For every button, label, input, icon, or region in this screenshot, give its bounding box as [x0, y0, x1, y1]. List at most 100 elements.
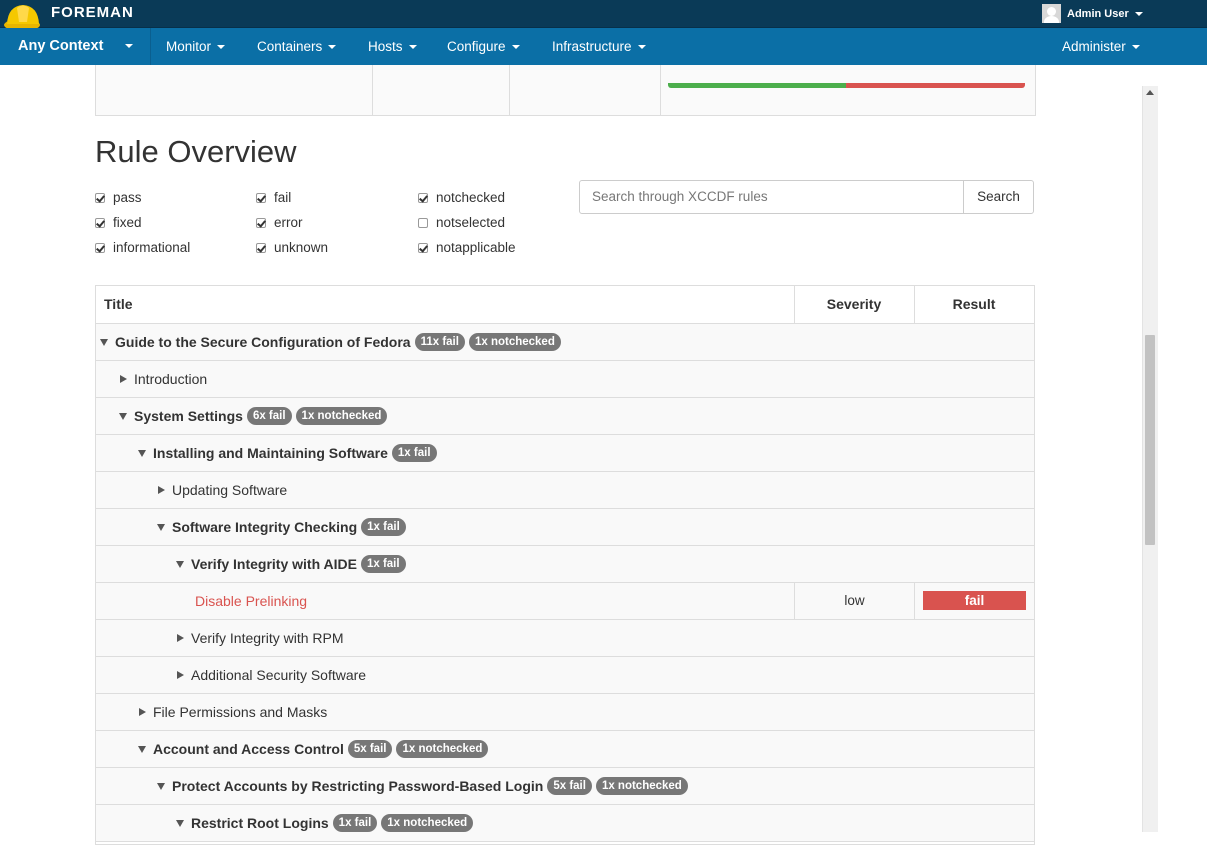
group-title[interactable]: Verify Integrity with RPM [191, 630, 344, 646]
rules-table: Title Severity Result Guide to the Secur… [95, 285, 1035, 845]
group-row[interactable]: Additional Security Software [96, 657, 1034, 694]
filter-checkbox[interactable] [95, 217, 105, 228]
group-title[interactable]: File Permissions and Masks [153, 704, 327, 720]
filter-checkbox[interactable] [256, 217, 266, 228]
expand-triangle-icon[interactable] [177, 671, 184, 679]
chevron-down-icon [511, 45, 520, 50]
nav-label: Containers [257, 39, 323, 54]
expand-triangle-icon[interactable] [158, 486, 165, 494]
vertical-scrollbar[interactable] [1142, 86, 1158, 832]
filter-informational[interactable]: informational [95, 240, 190, 255]
row-title-cell: File Permissions and Masks [138, 694, 327, 730]
filter-label: pass [113, 190, 142, 205]
collapse-triangle-icon[interactable] [138, 745, 146, 753]
collapse-triangle-icon[interactable] [100, 338, 108, 346]
filter-label: fixed [113, 215, 142, 230]
group-row[interactable]: Software Integrity Checking 1x fail [96, 509, 1034, 546]
scrollbar-thumb[interactable] [1145, 335, 1155, 545]
group-title[interactable]: Guide to the Secure Configuration of Fed… [115, 334, 411, 350]
filter-label: notselected [436, 215, 506, 230]
column-result[interactable]: Result [914, 286, 1034, 323]
group-title[interactable]: Protect Accounts by Restricting Password… [172, 778, 543, 794]
filter-unknown[interactable]: unknown [256, 240, 328, 255]
filter-fixed[interactable]: fixed [95, 215, 142, 230]
expand-triangle-icon[interactable] [177, 634, 184, 642]
row-title-cell: Account and Access Control 5x fail 1x notc… [138, 731, 489, 767]
filter-error[interactable]: error [256, 215, 303, 230]
group-row[interactable]: File Permissions and Masks [96, 694, 1034, 731]
chevron-down-icon [637, 45, 646, 50]
group-title[interactable]: Introduction [134, 371, 207, 387]
filter-checkbox[interactable] [418, 192, 428, 203]
group-row[interactable]: Verify Integrity with RPM [96, 620, 1034, 657]
group-row[interactable]: Updating Software [96, 472, 1034, 509]
nav-monitor[interactable]: Monitor [166, 28, 226, 65]
group-row[interactable]: System Settings 6x fail 1x notchecked [96, 398, 1034, 435]
group-title[interactable]: Restrict Root Logins [191, 815, 329, 831]
search-button[interactable]: Search [963, 180, 1034, 214]
rule-link[interactable]: Disable Prelinking [195, 593, 307, 609]
progress-fail-segment [846, 83, 1025, 88]
collapse-triangle-icon[interactable] [176, 560, 184, 568]
group-title[interactable]: Verify Integrity with AIDE [191, 556, 357, 572]
table-divider [660, 65, 661, 115]
avatar [1042, 4, 1061, 23]
filter-checkbox[interactable] [256, 192, 266, 203]
group-title[interactable]: System Settings [134, 408, 243, 424]
brand-name[interactable]: FOREMAN [51, 4, 134, 21]
group-row[interactable]: Protect Accounts by Restricting Password… [96, 768, 1034, 805]
context-label: Any Context [18, 38, 104, 54]
group-row[interactable]: Account and Access Control 5x fail 1x notc… [96, 731, 1034, 768]
filter-checkbox[interactable] [95, 242, 105, 253]
rule-row[interactable]: Disable Prelinking low fail [96, 583, 1034, 620]
filter-checkbox[interactable] [418, 242, 428, 253]
filter-pass[interactable]: pass [95, 190, 142, 205]
filter-checkbox[interactable] [95, 192, 105, 203]
top-bar: FOREMAN Admin User [0, 0, 1207, 31]
group-title[interactable]: Updating Software [172, 482, 287, 498]
filter-checkbox[interactable] [418, 217, 428, 228]
status-badge: 5x fail [347, 740, 393, 758]
group-row[interactable]: Verify Integrity with AIDE 1x fail [96, 546, 1034, 583]
expand-triangle-icon[interactable] [120, 375, 127, 383]
filter-notselected[interactable]: notselected [418, 215, 505, 230]
status-badge: 1x notchecked [468, 333, 561, 351]
filter-label: informational [113, 240, 191, 255]
group-title[interactable]: Software Integrity Checking [172, 519, 357, 535]
scroll-up-arrow-icon[interactable] [1146, 90, 1154, 95]
collapse-triangle-icon[interactable] [157, 523, 165, 531]
context-selector[interactable]: Any Context [18, 28, 134, 65]
nav-configure[interactable]: Configure [447, 28, 520, 65]
row-title-cell: Guide to the Secure Configuration of Fed… [100, 324, 561, 360]
filter-notchecked[interactable]: notchecked [418, 190, 505, 205]
row-title-cell: System Settings 6x fail 1x notchecked [119, 398, 388, 434]
search-input[interactable]: Search through XCCDF rules [579, 180, 964, 214]
nav-infrastructure[interactable]: Infrastructure [552, 28, 646, 65]
filter-label: unknown [274, 240, 329, 255]
column-title[interactable]: Title [104, 286, 133, 323]
filter-checkbox[interactable] [256, 242, 266, 253]
group-title[interactable]: Installing and Maintaining Software [153, 445, 388, 461]
column-severity[interactable]: Severity [794, 286, 914, 323]
group-title[interactable]: Account and Access Control [153, 741, 344, 757]
group-row[interactable]: Guide to the Secure Configuration of Fed… [96, 324, 1034, 361]
collapse-triangle-icon[interactable] [176, 819, 184, 827]
group-title[interactable]: Additional Security Software [191, 667, 366, 683]
filter-notapplicable[interactable]: notapplicable [418, 240, 516, 255]
filter-label: notapplicable [436, 240, 516, 255]
collapse-triangle-icon[interactable] [157, 782, 165, 790]
user-menu[interactable]: Admin User [1042, 4, 1143, 23]
status-badge: 1x notchecked [381, 814, 474, 832]
nav-hosts[interactable]: Hosts [368, 28, 417, 65]
result-label: fail [923, 591, 1026, 610]
collapse-triangle-icon[interactable] [138, 449, 146, 457]
filter-fail[interactable]: fail [256, 190, 291, 205]
group-row[interactable]: Restrict Root Logins 1x fail 1x notchecked [96, 805, 1034, 842]
expand-triangle-icon[interactable] [139, 708, 146, 716]
collapse-triangle-icon[interactable] [119, 412, 127, 420]
group-row[interactable]: Introduction [96, 361, 1034, 398]
nav-administer[interactable]: Administer [1062, 28, 1140, 65]
nav-containers[interactable]: Containers [257, 28, 337, 65]
chevron-down-icon [1134, 11, 1143, 16]
group-row[interactable]: Installing and Maintaining Software 1x fa… [96, 435, 1034, 472]
